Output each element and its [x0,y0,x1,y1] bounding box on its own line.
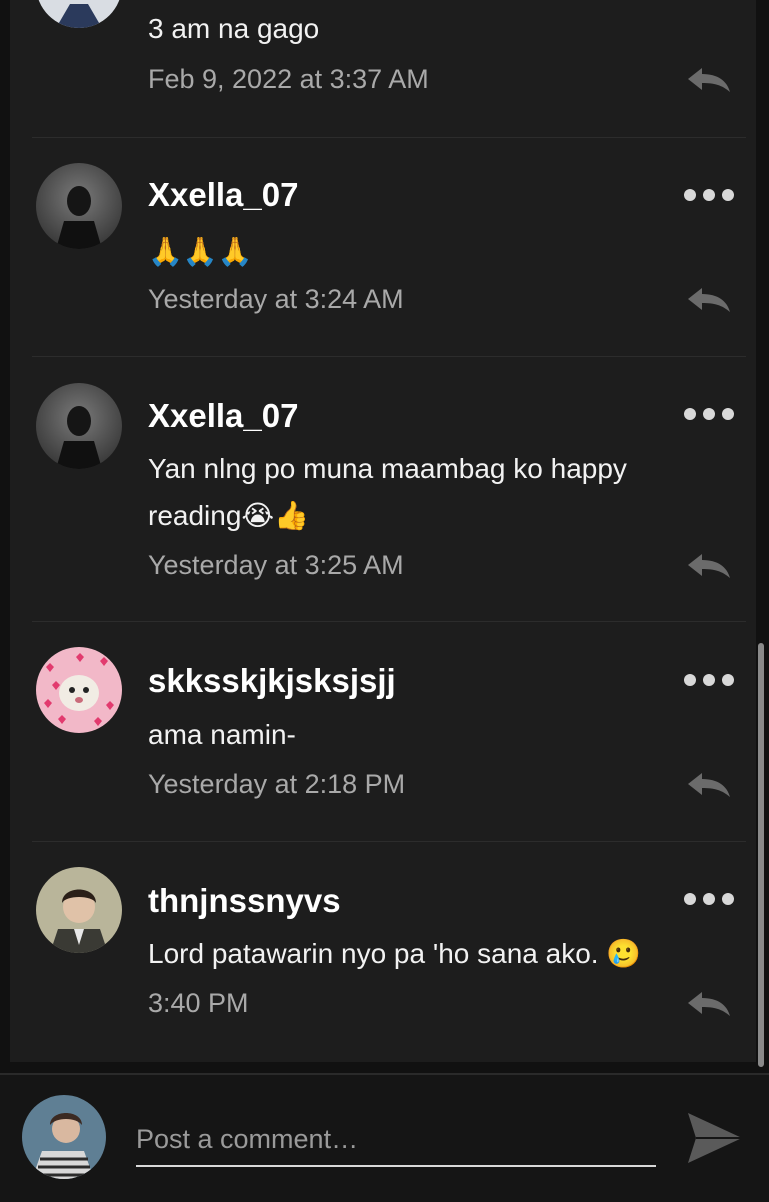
comments-panel: 3 am na gago Feb 9, 2022 at 3:37 AM Xxel… [10,0,756,1062]
comment-text: 🙏🙏🙏 [148,236,253,267]
comment-text-line-2: reading😭👍 [148,500,309,531]
comment-text-line-1: Yan nlng po muna maambag ko happy [148,453,627,484]
scrollbar[interactable] [758,643,764,1067]
reply-icon [688,288,730,312]
comment-input[interactable] [136,1117,656,1167]
more-options-icon [684,189,696,201]
comment-item: thnjnssnyvs Lord patawarin nyo pa 'ho sa… [10,842,756,1060]
more-options-button[interactable] [684,889,734,909]
reply-icon [688,68,730,92]
comment-username[interactable]: thnjnssnyvs [148,882,341,920]
comment-timestamp: Yesterday at 3:25 AM [148,550,404,580]
comment-text: Lord patawarin nyo pa 'ho sana ako. 🥲 [148,938,642,969]
reply-icon [688,773,730,797]
comment-timestamp: Feb 9, 2022 at 3:37 AM [148,64,429,94]
comment-username[interactable]: Xxella_07 [148,176,298,214]
comment-item: skksskjkjsksjsjj ama namin- Yesterday at… [10,622,756,840]
avatar[interactable] [36,867,122,953]
comment-timestamp: Yesterday at 3:24 AM [148,284,404,314]
reply-button[interactable] [684,550,734,580]
comment-item: 3 am na gago Feb 9, 2022 at 3:37 AM [10,0,756,137]
more-options-button[interactable] [684,185,734,205]
reply-icon [688,992,730,1016]
avatar [22,1095,106,1179]
more-options-button[interactable] [684,404,734,424]
comment-item: Xxella_07 🙏🙏🙏 Yesterday at 3:24 AM [10,138,756,356]
comment-timestamp: 3:40 PM [148,988,249,1018]
avatar[interactable] [36,647,122,733]
more-options-icon [684,408,696,420]
more-options-icon [684,893,696,905]
avatar[interactable] [36,163,122,249]
comment-username[interactable]: Xxella_07 [148,397,298,435]
send-button[interactable] [684,1107,746,1169]
reply-button[interactable] [684,64,734,94]
more-options-button[interactable] [684,670,734,690]
comment-text: ama namin- [148,719,296,750]
reply-icon [688,554,730,578]
comment-username[interactable]: skksskjkjsksjsjj [148,662,396,700]
comment-composer [0,1073,769,1202]
more-options-icon [684,674,696,686]
comment-item: Xxella_07 Yan nlng po muna maambag ko ha… [10,357,756,621]
comment-timestamp: Yesterday at 2:18 PM [148,769,406,799]
reply-button[interactable] [684,769,734,799]
send-icon [688,1113,742,1163]
reply-button[interactable] [684,284,734,314]
avatar[interactable] [36,383,122,469]
avatar[interactable] [36,0,122,28]
reply-button[interactable] [684,988,734,1018]
comment-text: 3 am na gago [148,13,320,44]
